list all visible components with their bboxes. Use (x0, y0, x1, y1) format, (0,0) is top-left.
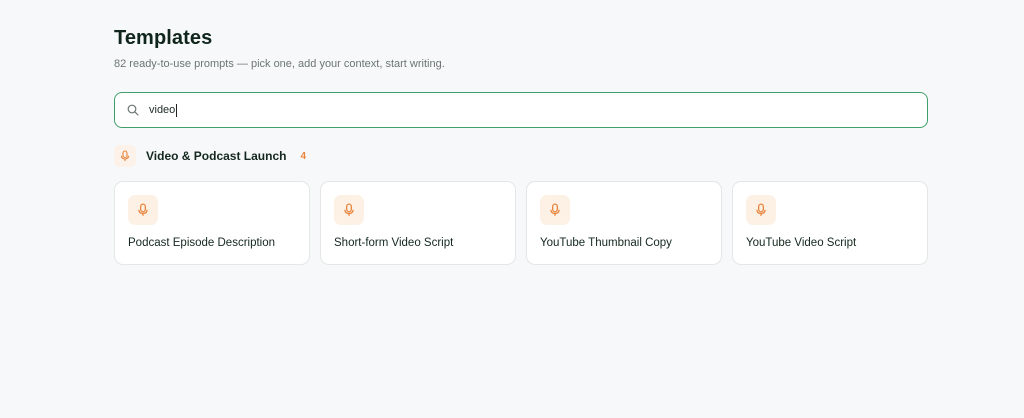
template-card-podcast-episode-description[interactable]: Podcast Episode Description (114, 181, 310, 265)
template-card-short-form-video-script[interactable]: Short-form Video Script (320, 181, 516, 265)
page-subtitle: 82 ready-to-use prompts — pick one, add … (114, 58, 445, 70)
text-caret (176, 103, 178, 117)
search-input-value[interactable]: video (149, 104, 175, 116)
section-header: Video & Podcast Launch 4 (114, 145, 306, 167)
template-card-youtube-thumbnail-copy[interactable]: YouTube Thumbnail Copy (526, 181, 722, 265)
template-card-grid: Podcast Episode Description Short-form V… (114, 181, 928, 265)
microphone-icon (114, 145, 136, 167)
section-label: Video & Podcast Launch (146, 149, 287, 163)
microphone-icon (334, 195, 364, 225)
microphone-icon (128, 195, 158, 225)
search-icon (126, 103, 140, 117)
template-card-title: Podcast Episode Description (128, 237, 276, 249)
template-card-youtube-video-script[interactable]: YouTube Video Script (732, 181, 928, 265)
template-card-title: YouTube Thumbnail Copy (540, 237, 672, 249)
section-count-badge: 4 (300, 150, 307, 162)
template-card-title: YouTube Video Script (746, 237, 857, 249)
microphone-icon (540, 195, 570, 225)
microphone-icon (746, 195, 776, 225)
template-card-title: Short-form Video Script (334, 237, 454, 249)
search-bar[interactable]: video (114, 92, 928, 128)
page-title: Templates (114, 27, 213, 49)
search-input[interactable]: video (149, 103, 178, 117)
